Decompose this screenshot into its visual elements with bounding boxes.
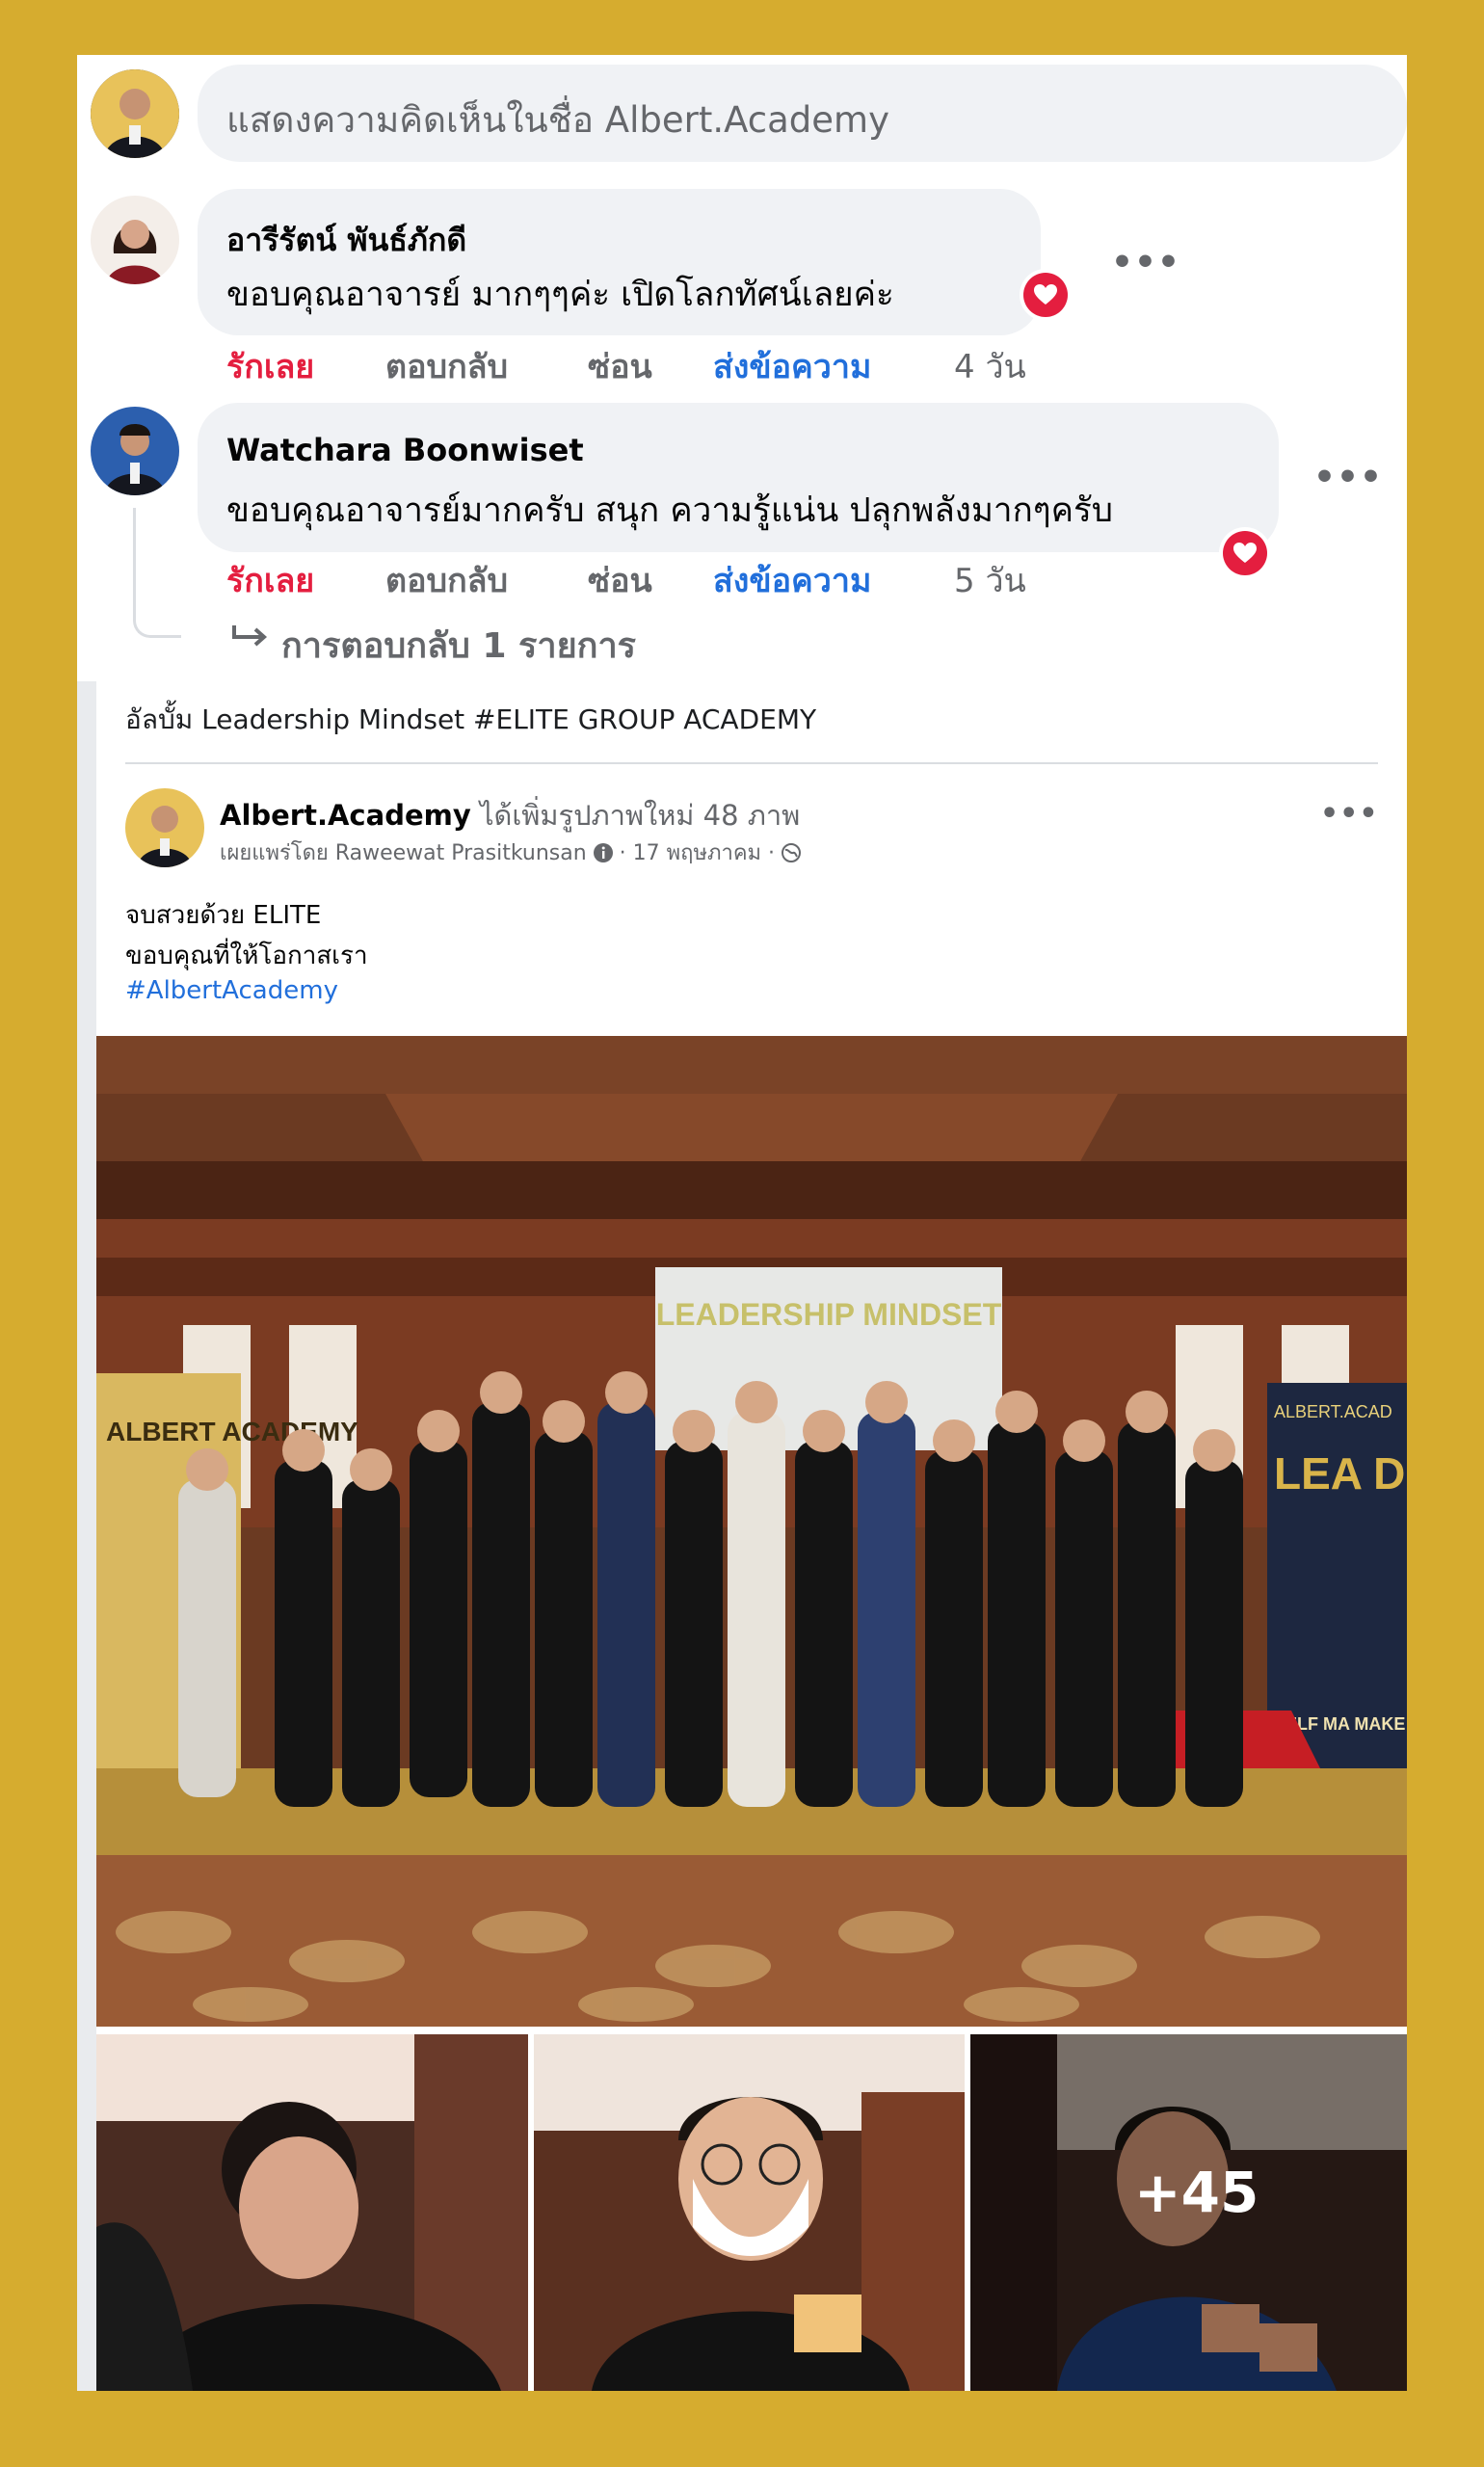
post-meta: เผยแพร่โดย Raweewat Prasitkunsan · 17 พฤ… xyxy=(220,836,802,869)
album-label[interactable]: อัลบั้ม Leadership Mindset #ELITE GROUP … xyxy=(125,699,816,741)
post-action: ได้เพิ่มรูปภาพใหม่ 48 ภาพ xyxy=(479,799,801,832)
photo-thumbnail[interactable] xyxy=(534,2034,965,2391)
more-icon[interactable]: ••• xyxy=(1111,243,1180,282)
commenter-avatar[interactable] xyxy=(91,407,179,495)
banner-right-big: LEA D SH xyxy=(1274,1448,1407,1499)
banner-right-brand: ALBERT.ACAD xyxy=(1274,1402,1392,1421)
group-photo[interactable]: LEADERSHIP MINDSET ALBERT ACADEMY ALBERT… xyxy=(96,1036,1407,2027)
comment-bubble: อารีรัตน์ พันธ์ภักดี ขอบคุณอาจารย์ มากๆๆ… xyxy=(198,189,1041,335)
comment-time[interactable]: 5 วัน xyxy=(954,554,1026,606)
post-left-gutter xyxy=(77,681,96,2391)
more-icon[interactable]: ••• xyxy=(1320,797,1379,831)
like-button[interactable]: รักเลย xyxy=(226,554,314,606)
comment-text: ขอบคุณอาจารย์ มากๆๆค่ะ เปิดโลกทัศน์เลยค่… xyxy=(226,276,894,314)
commenter-name[interactable]: Watchara Boonwiset xyxy=(226,432,584,468)
post-text-line: ขอบคุณที่ให้โอกาสเรา xyxy=(125,942,368,970)
post-date[interactable]: · 17 พฤษภาคม · xyxy=(620,836,775,869)
post-hashtag[interactable]: #AlbertAcademy xyxy=(125,976,338,1005)
send-message-button[interactable]: ส่งข้อความ xyxy=(713,554,871,606)
post-author[interactable]: Albert.Academy xyxy=(220,799,471,832)
post-header-line: Albert.Academy ได้เพิ่มรูปภาพใหม่ 48 ภาพ xyxy=(220,793,800,837)
commenter-avatar[interactable] xyxy=(91,196,179,284)
post-text-line: จบสวยด้วย ELITE xyxy=(125,901,322,930)
send-message-button[interactable]: ส่งข้อความ xyxy=(713,340,871,392)
heart-reaction-icon[interactable] xyxy=(1020,269,1072,321)
comment-text: ขอบคุณอาจารย์มากครับ สนุก ความรู้แน่น ปล… xyxy=(226,491,1113,530)
like-button[interactable]: รักเลย xyxy=(226,340,314,392)
comment-actions: รักเลย ตอบกลับ ซ่อน ส่งข้อความ 5 วัน xyxy=(226,554,1094,602)
screen-text: LEADERSHIP MINDSET xyxy=(656,1297,1002,1332)
view-replies-link[interactable]: การตอบกลับ 1 รายการ xyxy=(231,616,906,666)
view-replies-label: การตอบกลับ 1 รายการ xyxy=(281,626,637,666)
heart-reaction-icon[interactable] xyxy=(1219,527,1271,579)
reply-button[interactable]: ตอบกลับ xyxy=(385,340,508,392)
hide-button[interactable]: ซ่อน xyxy=(588,340,652,392)
current-user-avatar[interactable] xyxy=(91,69,179,158)
thread-line xyxy=(133,508,181,638)
facebook-post-panel: แสดงความคิดเห็นในชื่อ Albert.Academy อาร… xyxy=(77,55,1407,2391)
comment-input-placeholder: แสดงความคิดเห็นในชื่อ Albert.Academy xyxy=(226,99,889,141)
photo-thumbnail-more[interactable]: +45 xyxy=(970,2034,1407,2391)
globe-icon xyxy=(782,842,802,862)
comment-input[interactable]: แสดงความคิดเห็นในชื่อ Albert.Academy xyxy=(198,65,1407,162)
comment-actions: รักเลย ตอบกลับ ซ่อน ส่งข้อความ 4 วัน xyxy=(226,340,1094,388)
comment-time[interactable]: 4 วัน xyxy=(954,340,1026,392)
commenter-name[interactable]: อารีรัตน์ พันธ์ภักดี xyxy=(226,216,466,265)
divider xyxy=(125,762,1378,764)
comment-bubble: Watchara Boonwiset ขอบคุณอาจารย์มากครับ … xyxy=(198,403,1279,552)
photo-thumbnail[interactable] xyxy=(96,2034,528,2391)
info-icon[interactable] xyxy=(593,842,614,863)
more-photos-count: +45 xyxy=(1134,2160,1259,2225)
reply-button[interactable]: ตอบกลับ xyxy=(385,554,508,606)
page-avatar[interactable] xyxy=(125,788,204,867)
published-by[interactable]: เผยแพร่โดย Raweewat Prasitkunsan xyxy=(220,836,587,869)
group-photo-illustration: LEADERSHIP MINDSET ALBERT ACADEMY ALBERT… xyxy=(96,1036,1407,2027)
more-icon[interactable]: ••• xyxy=(1313,458,1383,497)
hide-button[interactable]: ซ่อน xyxy=(588,554,652,606)
reply-arrow-icon xyxy=(232,625,268,647)
